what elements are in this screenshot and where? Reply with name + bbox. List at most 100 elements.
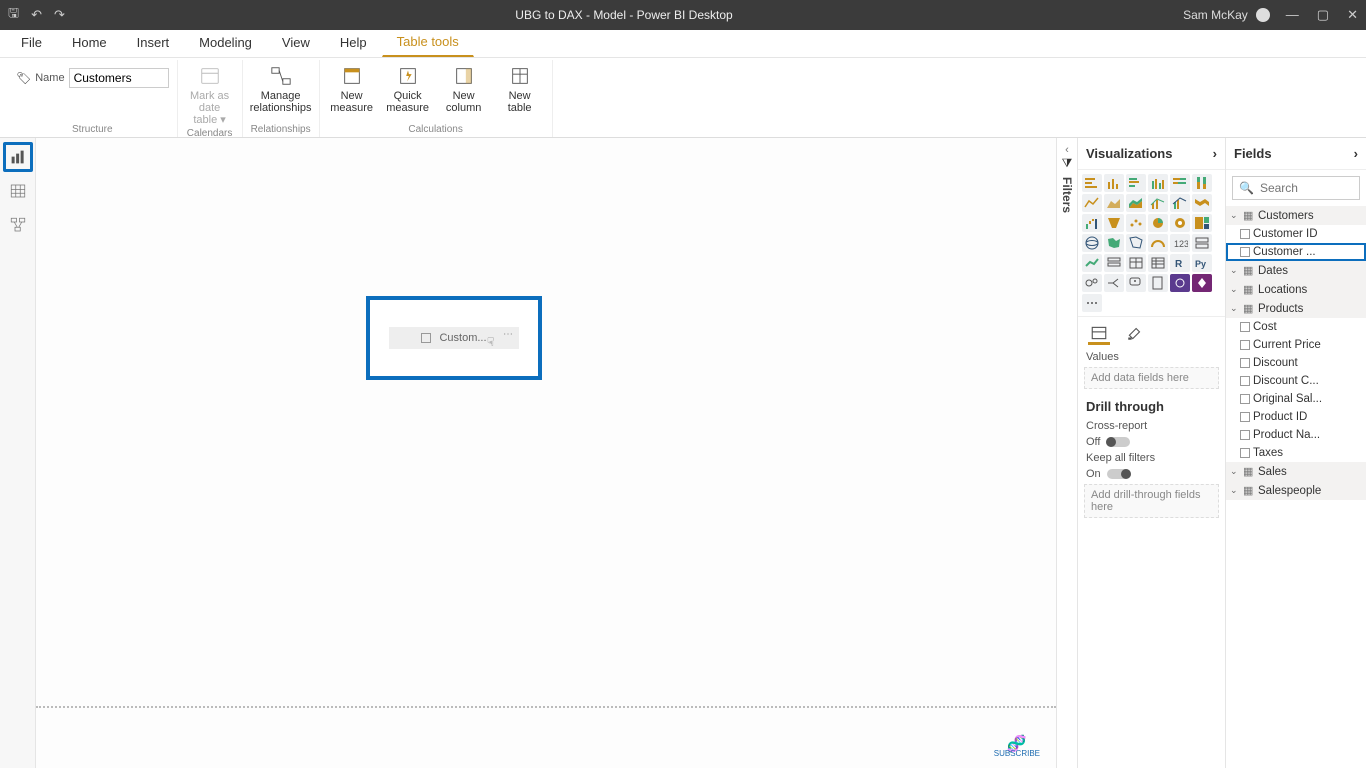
viz-pie[interactable] (1148, 214, 1168, 232)
table-name-input[interactable] (69, 68, 169, 88)
viz-area[interactable] (1104, 194, 1124, 212)
viz-paginated[interactable] (1148, 274, 1168, 292)
keep-filters-toggle[interactable]: On (1086, 468, 1217, 480)
tab-home[interactable]: Home (57, 28, 122, 57)
new-column-button[interactable]: New column (440, 64, 488, 114)
viz-more[interactable] (1082, 294, 1102, 312)
viz-clustered-column[interactable] (1148, 174, 1168, 192)
svg-text:123: 123 (1174, 239, 1188, 249)
table-salespeople[interactable]: ⌄▦Salespeople (1226, 481, 1366, 500)
mark-as-date-button: Mark as date table ▾ (186, 64, 234, 126)
table-dates[interactable]: ⌄▦Dates (1226, 261, 1366, 280)
new-measure-button[interactable]: New measure (328, 64, 376, 114)
field-product-id[interactable]: Product ID (1226, 408, 1366, 426)
table-products[interactable]: ⌄▦Products (1226, 299, 1366, 318)
viz-kpi[interactable] (1082, 254, 1102, 272)
viz-stacked-column[interactable] (1104, 174, 1124, 192)
viz-table[interactable] (1126, 254, 1146, 272)
visual-placeholder[interactable]: Custom... ⋯ ☟ (366, 296, 542, 380)
svg-text:Py: Py (1195, 259, 1206, 269)
filters-pane-collapsed[interactable]: ‹ ⧩ Filters (1056, 138, 1078, 768)
field-customer-id[interactable]: Customer ID (1226, 225, 1366, 243)
fields-well-tab[interactable] (1088, 323, 1110, 345)
nav-report-view[interactable] (3, 142, 33, 172)
tab-help[interactable]: Help (325, 28, 382, 57)
viz-stacked-bar[interactable] (1082, 174, 1102, 192)
table-sales[interactable]: ⌄▦Sales (1226, 462, 1366, 481)
subscribe-watermark: 🧬 SUBSCRIBE (994, 740, 1040, 758)
tab-file[interactable]: File (6, 28, 57, 57)
undo-icon[interactable]: ↶ (31, 7, 42, 23)
table-locations[interactable]: ⌄▦Locations (1226, 280, 1366, 299)
viz-filled-map[interactable] (1104, 234, 1124, 252)
tag-icon: 🏷 (16, 71, 31, 85)
field-original-sale[interactable]: Original Sal... (1226, 390, 1366, 408)
viz-matrix[interactable] (1148, 254, 1168, 272)
drill-dropzone[interactable]: Add drill-through fields here (1084, 484, 1219, 518)
minimize-icon[interactable]: — (1286, 7, 1299, 23)
viz-gauge[interactable] (1148, 234, 1168, 252)
tab-table-tools[interactable]: Table tools (382, 27, 474, 57)
avatar[interactable] (1256, 8, 1270, 22)
group-structure-label: Structure (72, 122, 113, 137)
viz-line-stacked-column[interactable] (1148, 194, 1168, 212)
viz-map[interactable] (1082, 234, 1102, 252)
close-icon[interactable]: ✕ (1347, 7, 1358, 23)
viz-100-stacked-bar[interactable] (1170, 174, 1190, 192)
viz-donut[interactable] (1170, 214, 1190, 232)
left-nav (0, 138, 36, 768)
viz-line-clustered-column[interactable] (1170, 194, 1190, 212)
viz-line[interactable] (1082, 194, 1102, 212)
manage-relationships-button[interactable]: Manage relationships (257, 64, 305, 114)
viz-card[interactable]: 123 (1170, 234, 1190, 252)
main-area: Custom... ⋯ ☟ 🧬 SUBSCRIBE ‹ ⧩ Filters Vi… (0, 138, 1366, 768)
viz-ribbon[interactable] (1192, 194, 1212, 212)
tab-insert[interactable]: Insert (122, 28, 185, 57)
viz-100-stacked-column[interactable] (1192, 174, 1212, 192)
new-table-button[interactable]: New table (496, 64, 544, 114)
field-discount-code[interactable]: Discount C... (1226, 372, 1366, 390)
tab-modeling[interactable]: Modeling (184, 28, 267, 57)
report-canvas[interactable]: Custom... ⋯ ☟ 🧬 SUBSCRIBE (36, 138, 1056, 768)
viz-shape-map[interactable] (1126, 234, 1146, 252)
field-customer-name[interactable]: Customer ... (1226, 243, 1366, 261)
viz-arcgis[interactable] (1170, 274, 1190, 292)
cross-report-toggle[interactable]: Off (1086, 436, 1217, 448)
nav-data-view[interactable] (3, 176, 33, 206)
visual-more-icon[interactable]: ⋯ (503, 329, 513, 340)
viz-key-influencers[interactable] (1082, 274, 1102, 292)
viz-scatter[interactable] (1126, 214, 1146, 232)
search-input[interactable] (1260, 181, 1350, 195)
field-cost[interactable]: Cost (1226, 318, 1366, 336)
viz-stacked-area[interactable] (1126, 194, 1146, 212)
field-discount[interactable]: Discount (1226, 354, 1366, 372)
nav-model-view[interactable] (3, 210, 33, 240)
viz-slicer[interactable] (1104, 254, 1124, 272)
field-current-price[interactable]: Current Price (1226, 336, 1366, 354)
fields-search[interactable]: 🔍 (1232, 176, 1360, 200)
viz-multi-card[interactable] (1192, 234, 1212, 252)
field-product-name[interactable]: Product Na... (1226, 426, 1366, 444)
quick-measure-button[interactable]: Quick measure (384, 64, 432, 114)
expand-left-icon[interactable]: ‹ (1065, 144, 1069, 156)
tab-view[interactable]: View (267, 28, 325, 57)
viz-treemap[interactable] (1192, 214, 1212, 232)
table-customers[interactable]: ⌄▦Customers (1226, 206, 1366, 225)
maximize-icon[interactable]: ▢ (1317, 7, 1329, 23)
viz-powerapps[interactable] (1192, 274, 1212, 292)
relationships-icon (267, 64, 295, 88)
redo-icon[interactable]: ↷ (54, 7, 65, 23)
format-tab[interactable] (1124, 323, 1146, 345)
chevron-right-icon[interactable]: › (1354, 146, 1358, 161)
chevron-right-icon[interactable]: › (1213, 146, 1217, 161)
viz-qa[interactable] (1126, 274, 1146, 292)
viz-funnel[interactable] (1104, 214, 1124, 232)
save-icon[interactable]: 🖫 (8, 4, 19, 26)
values-dropzone[interactable]: Add data fields here (1084, 367, 1219, 389)
viz-waterfall[interactable] (1082, 214, 1102, 232)
viz-r[interactable]: R (1170, 254, 1190, 272)
viz-decomposition[interactable] (1104, 274, 1124, 292)
viz-clustered-bar[interactable] (1126, 174, 1146, 192)
field-taxes[interactable]: Taxes (1226, 444, 1366, 462)
viz-python[interactable]: Py (1192, 254, 1212, 272)
